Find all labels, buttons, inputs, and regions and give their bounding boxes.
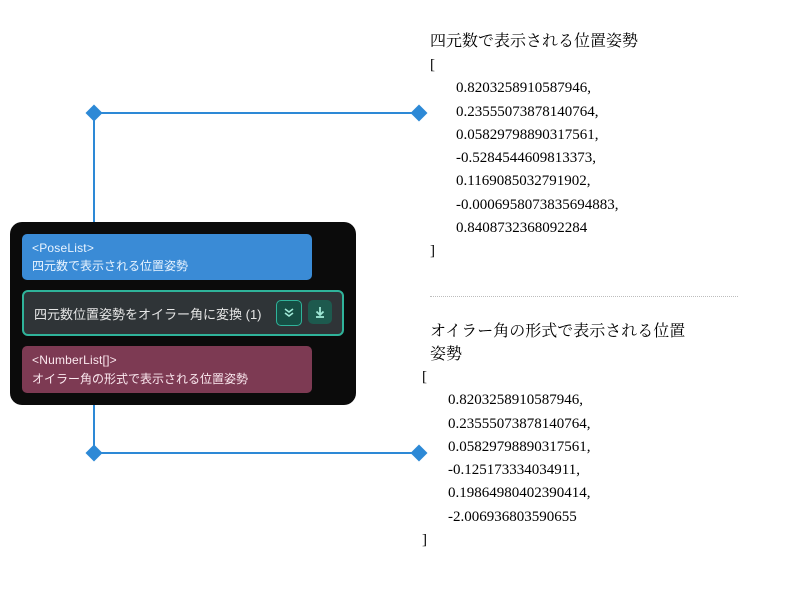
- value-item: -0.125173334034911,: [422, 459, 591, 482]
- output-type-tag: <NumberList[]>: [32, 352, 302, 368]
- section-divider: [430, 296, 738, 297]
- chevrons-down-icon: [283, 307, 295, 319]
- download-icon-button[interactable]: [308, 300, 332, 324]
- value-item: 0.8203258910587946,: [430, 77, 619, 100]
- value-item: 0.19864980402390414,: [422, 482, 591, 505]
- input-type-tag: <PoseList>: [32, 240, 302, 256]
- close-bracket: ]: [422, 529, 591, 552]
- open-bracket: [: [422, 366, 591, 389]
- quaternion-values: [ 0.8203258910587946, 0.2355507387814076…: [430, 54, 619, 263]
- node-title-row[interactable]: 四元数位置姿勢をオイラー角に変換 (1): [22, 290, 344, 336]
- value-item: 0.05829798890317561,: [430, 124, 619, 147]
- node-output-port[interactable]: <NumberList[]> オイラー角の形式で表示される位置姿勢: [22, 346, 312, 392]
- value-item: 0.05829798890317561,: [422, 436, 591, 459]
- value-item: 0.23555073878140764,: [422, 413, 591, 436]
- value-item: 0.8408732368092284: [430, 217, 619, 240]
- open-bracket: [: [430, 54, 619, 77]
- value-item: -0.5284544609813373,: [430, 147, 619, 170]
- collapse-icon-button[interactable]: [276, 300, 302, 326]
- euler-values: [ 0.8203258910587946, 0.2355507387814076…: [422, 366, 591, 552]
- node-title: 四元数位置姿勢をオイラー角に変換 (1): [34, 304, 262, 323]
- quaternion-title: 四元数で表示される位置姿勢: [430, 28, 638, 51]
- value-item: -0.0006958073835694883,: [430, 194, 619, 217]
- arrow-down-icon: [314, 306, 326, 318]
- output-desc: オイラー角の形式で表示される位置姿勢: [32, 371, 302, 387]
- value-item: 0.1169085032791902,: [430, 170, 619, 193]
- node-input-port[interactable]: <PoseList> 四元数で表示される位置姿勢: [22, 234, 312, 280]
- value-item: 0.8203258910587946,: [422, 389, 591, 412]
- node-card: <PoseList> 四元数で表示される位置姿勢 四元数位置姿勢をオイラー角に変…: [10, 222, 356, 405]
- value-item: 0.23555073878140764,: [430, 101, 619, 124]
- euler-title: オイラー角の形式で表示される位置姿勢: [430, 318, 690, 364]
- input-desc: 四元数で表示される位置姿勢: [32, 258, 302, 274]
- close-bracket: ]: [430, 240, 619, 263]
- value-item: -2.006936803590655: [422, 506, 591, 529]
